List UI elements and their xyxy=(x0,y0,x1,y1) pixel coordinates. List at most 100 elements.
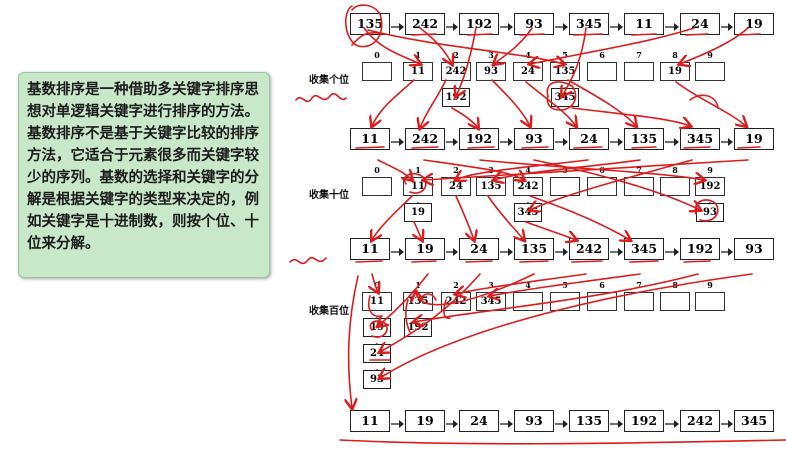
bucket-head: 242 xyxy=(441,62,471,81)
link-arrow xyxy=(720,133,734,152)
bucket-index: 2 xyxy=(453,165,459,175)
list-node: 192 xyxy=(459,13,499,35)
list-node: 135 xyxy=(350,13,390,35)
link-arrow xyxy=(445,415,459,434)
bucket-index: 8 xyxy=(672,280,678,290)
link-arrow xyxy=(554,18,569,37)
link-arrow xyxy=(390,133,405,152)
bucket-head xyxy=(587,177,617,196)
link-arrow xyxy=(445,133,459,152)
bucket-index: 3 xyxy=(488,280,494,290)
link-arrow xyxy=(390,18,405,37)
link-arrow xyxy=(499,133,514,152)
bucket-head: 135 xyxy=(403,292,433,311)
list-node: 345 xyxy=(734,410,774,432)
bucket-chain-node: 93 xyxy=(363,370,391,389)
list-node: 345 xyxy=(624,238,664,260)
list-node: 345 xyxy=(680,128,720,150)
bucket-index: 0 xyxy=(374,280,380,290)
bucket-chain-node: 192 xyxy=(442,88,470,107)
bucket-index: 7 xyxy=(636,50,642,60)
bucket-head: 24 xyxy=(513,62,543,81)
list-node: 19 xyxy=(734,13,774,35)
link-arrow xyxy=(390,415,405,434)
bucket-head xyxy=(513,292,543,311)
bucket-head xyxy=(624,292,654,311)
link-arrow xyxy=(445,18,459,37)
list-node: 135 xyxy=(624,128,664,150)
list-node: 11 xyxy=(350,410,390,432)
bucket-index: 6 xyxy=(599,280,605,290)
list-node: 242 xyxy=(405,13,445,35)
bucket-index: 6 xyxy=(599,165,605,175)
link-arrow xyxy=(664,415,680,434)
bucket-head: 11 xyxy=(403,62,433,81)
list-node: 19 xyxy=(405,410,445,432)
link-arrow xyxy=(664,243,680,262)
annotation-final-underline xyxy=(339,439,786,445)
bucket-head: 242 xyxy=(513,177,543,196)
bucket-index: 0 xyxy=(374,165,380,175)
bucket-chain-node: 345 xyxy=(514,203,542,222)
list-node: 24 xyxy=(569,128,609,150)
bucket-head: 11 xyxy=(403,177,433,196)
annotation-squiggle xyxy=(295,92,347,103)
bucket-chain-node: 19 xyxy=(404,203,432,222)
link-arrow xyxy=(499,415,514,434)
bucket-head: 24 xyxy=(441,177,471,196)
list-node: 192 xyxy=(624,410,664,432)
bucket-head: 93 xyxy=(476,62,506,81)
bucket-index: 6 xyxy=(599,50,605,60)
bucket-head: 345 xyxy=(476,292,506,311)
bucket-index: 2 xyxy=(453,50,459,60)
list-node: 24 xyxy=(459,238,499,260)
link-arrow xyxy=(609,18,624,37)
list-node: 11 xyxy=(350,128,390,150)
link-arrow xyxy=(609,415,624,434)
bucket-index: 4 xyxy=(525,50,531,60)
link-arrow xyxy=(445,243,459,262)
bucket-head: 19 xyxy=(660,62,690,81)
label-collect-tens: 收集十位 xyxy=(309,190,349,201)
link-arrow xyxy=(720,415,734,434)
bucket-head xyxy=(624,177,654,196)
bucket-index: 4 xyxy=(525,165,531,175)
bucket-chain-node: 192 xyxy=(404,318,432,337)
bucket-index: 2 xyxy=(453,280,459,290)
list-node: 11 xyxy=(624,13,664,35)
list-node: 135 xyxy=(569,410,609,432)
bucket-index: 1 xyxy=(415,165,421,175)
bucket-chain-node: 19 xyxy=(363,318,391,337)
list-node: 242 xyxy=(569,238,609,260)
bucket-head xyxy=(550,292,580,311)
bucket-index: 0 xyxy=(374,50,380,60)
list-node: 93 xyxy=(514,128,554,150)
list-node: 192 xyxy=(680,238,720,260)
bucket-index: 9 xyxy=(707,165,713,175)
bucket-index: 1 xyxy=(415,50,421,60)
bucket-index: 8 xyxy=(672,165,678,175)
bucket-head: 135 xyxy=(476,177,506,196)
bucket-index: 8 xyxy=(672,50,678,60)
bucket-index: 1 xyxy=(415,280,421,290)
link-arrow xyxy=(554,133,569,152)
list-node: 93 xyxy=(514,13,554,35)
link-arrow xyxy=(499,243,514,262)
list-node: 24 xyxy=(680,13,720,35)
bucket-index: 5 xyxy=(562,165,568,175)
link-arrow xyxy=(664,18,680,37)
list-node: 19 xyxy=(734,128,774,150)
bucket-head xyxy=(624,62,654,81)
bucket-chain-node: 24 xyxy=(363,344,391,363)
bucket-head xyxy=(695,292,725,311)
link-arrow xyxy=(554,243,569,262)
bucket-head xyxy=(550,177,580,196)
bucket-chain-node: 93 xyxy=(696,203,724,222)
link-arrow xyxy=(554,415,569,434)
bucket-head xyxy=(362,177,392,196)
link-arrow xyxy=(664,133,680,152)
list-node: 135 xyxy=(514,238,554,260)
list-node: 345 xyxy=(569,13,609,35)
bucket-head: 135 xyxy=(550,62,580,81)
list-node: 93 xyxy=(734,238,774,260)
